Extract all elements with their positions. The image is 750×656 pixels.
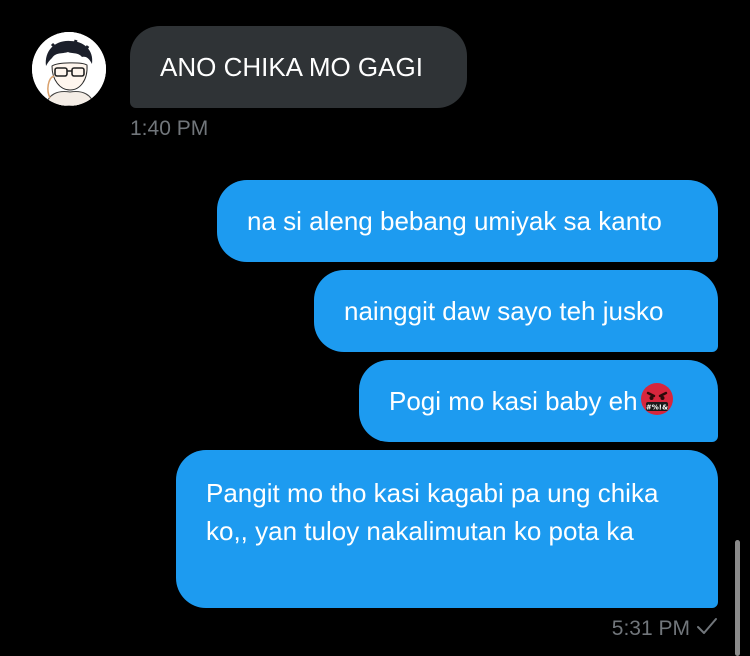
incoming-timestamp: 1:40 PM bbox=[130, 117, 209, 140]
outgoing-message-bubble[interactable]: Pangit mo tho kasi kagabi pa ung chika k… bbox=[176, 450, 718, 608]
outgoing-message-bubble[interactable]: na si aleng bebang umiyak sa kanto bbox=[217, 180, 718, 262]
svg-text:#%!&: #%!& bbox=[646, 403, 668, 411]
outgoing-message-text: Pangit mo tho kasi kagabi pa ung chika k… bbox=[206, 478, 659, 546]
outgoing-timestamp: 5:31 PM bbox=[612, 616, 718, 642]
outgoing-message-bubble[interactable]: Pogi mo kasi baby eh #%!& bbox=[359, 360, 718, 442]
incoming-message-text: ANO CHIKA MO GAGI bbox=[160, 52, 423, 82]
outgoing-message-bubble[interactable]: nainggit daw sayo teh jusko bbox=[314, 270, 718, 352]
outgoing-message-text: na si aleng bebang umiyak sa kanto bbox=[247, 206, 662, 236]
incoming-message-bubble[interactable]: ANO CHIKA MO GAGI bbox=[130, 26, 467, 108]
scrollbar[interactable] bbox=[735, 540, 740, 656]
outgoing-message-text: Pogi mo kasi baby eh bbox=[389, 386, 638, 416]
face-with-symbols-on-mouth-icon: #%!& bbox=[640, 382, 674, 416]
outgoing-message-text: nainggit daw sayo teh jusko bbox=[344, 296, 664, 326]
outgoing-time: 5:31 PM bbox=[611, 617, 690, 640]
user-avatar-icon[interactable] bbox=[32, 32, 106, 106]
check-icon bbox=[696, 616, 718, 642]
